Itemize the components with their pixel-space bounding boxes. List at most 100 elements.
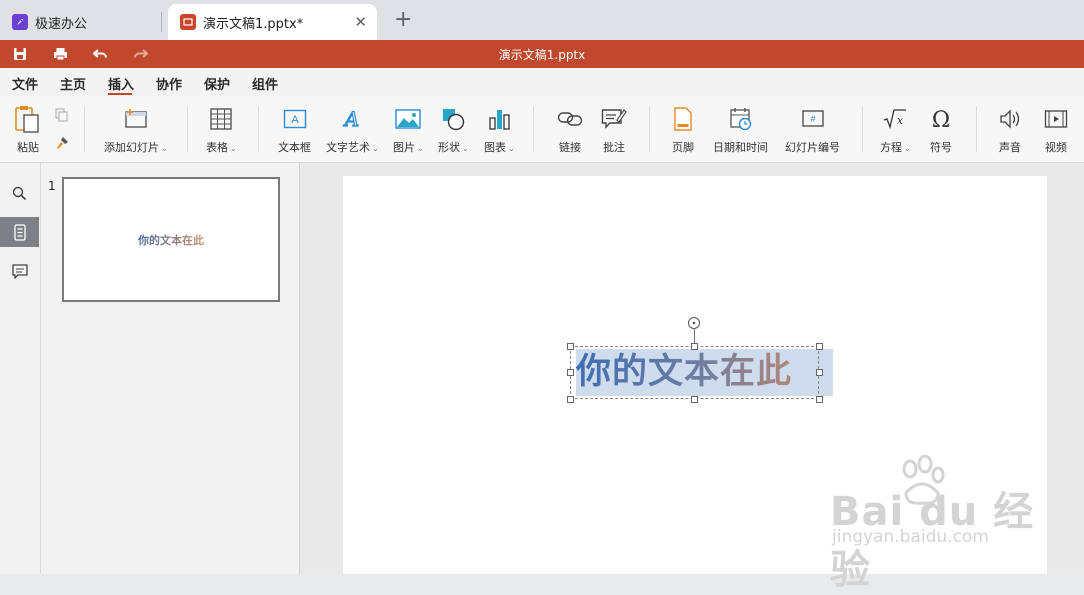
shape-icon [441,106,465,132]
resize-handle[interactable] [816,343,823,350]
search-icon [12,186,27,200]
slides-icon [13,223,26,241]
tab-home[interactable]: 主页 [60,74,86,93]
date-time-button[interactable]: 日期和时间 [713,106,768,155]
copy-icon [55,108,69,122]
format-painter-button[interactable] [55,136,69,150]
rotate-icon[interactable] [687,316,701,330]
add-slide-button[interactable]: 添加幻灯片 ⌄ [104,106,168,155]
date-time-label: 日期和时间 [713,141,768,154]
slide-thumbnail[interactable]: 你的文本在此 [62,177,280,302]
browser-tab-title: 演示文稿1.pptx* [203,16,304,32]
equation-label: 方程 [880,141,902,154]
tab-collaborate[interactable]: 协作 [156,74,182,93]
tab-insert[interactable]: 插入 [108,74,134,93]
browser-tab-title: 极速办公 [35,16,88,32]
comment-button[interactable]: 批注 [601,106,627,155]
audio-button[interactable]: 声音 [999,106,1021,155]
svg-text:x: x [897,114,904,127]
symbol-button[interactable]: Ω 符号 [930,106,952,155]
copy-button[interactable] [55,108,69,122]
resize-handle[interactable] [816,369,823,376]
slide-number: 1 [48,179,56,193]
textbox-icon: A [283,106,307,132]
resize-handle[interactable] [816,396,823,403]
svg-text:A: A [291,114,299,126]
table-button[interactable]: 表格 ⌄ [206,106,237,155]
slide-number-icon: # [801,106,825,132]
textbox-button[interactable]: A 文本框 [278,106,311,155]
watermark: Bai du 经验 jingyan.baidu.com [830,455,1050,593]
resize-handle[interactable] [567,343,574,350]
left-rail [0,163,41,574]
header-footer-button[interactable]: 页脚 [672,106,694,155]
slide-thumbnail-pane: 1 你的文本在此 [41,163,300,574]
tab-divider [161,12,162,32]
watermark-url: jingyan.baidu.com [832,527,989,547]
chevron-down-icon: ⌄ [417,144,424,153]
resize-handle[interactable] [691,343,698,350]
link-button[interactable]: 链接 [557,106,583,155]
textbox-selection-frame[interactable] [570,346,819,399]
video-label: 视频 [1045,141,1067,154]
chart-button[interactable]: 图表 ⌄ [484,106,515,155]
chart-label: 图表 [484,141,506,154]
shape-label: 形状 [438,141,460,154]
video-button[interactable]: 视频 [1044,106,1068,155]
ribbon-divider [976,106,977,152]
chevron-down-icon: ⌄ [161,144,168,153]
slide-number-label: 幻灯片编号 [785,141,840,154]
header-footer-label: 页脚 [672,141,694,154]
search-button[interactable] [0,178,39,208]
film-icon [1044,106,1068,132]
paste-button[interactable]: 粘贴 [14,106,42,155]
chevron-down-icon: ⌄ [904,144,911,153]
tab-components[interactable]: 组件 [252,74,278,93]
table-label: 表格 [206,141,228,154]
audio-label: 声音 [999,141,1021,154]
text-art-icon: A [342,106,362,132]
new-tab-button[interactable]: + [394,9,412,31]
browser-tab-strip: 极速办公 演示文稿1.pptx* ✕ + [0,0,1084,40]
tab-protect[interactable]: 保护 [204,74,230,93]
link-label: 链接 [559,141,581,154]
shape-button[interactable]: 形状 ⌄ [438,106,469,155]
title-bar: 演示文稿1.pptx [0,40,1084,68]
chevron-down-icon: ⌄ [508,144,515,153]
comments-panel-button[interactable] [0,256,39,286]
comment-icon [601,106,627,132]
svg-text:Ω: Ω [932,108,950,130]
comment-label: 批注 [603,141,625,154]
image-label: 图片 [393,141,415,154]
close-tab-icon[interactable]: ✕ [354,13,367,31]
browser-tab-presentation[interactable]: 演示文稿1.pptx* ✕ [168,4,377,40]
ribbon-divider [187,106,188,152]
slides-panel-button[interactable] [0,217,39,247]
text-art-button[interactable]: A 文字艺术 ⌄ [326,106,379,155]
calendar-clock-icon [729,106,753,132]
comment-icon [11,263,28,279]
rocket-icon [12,14,28,30]
ribbon-divider [84,106,85,152]
square-root-icon: x [883,106,907,132]
slide-number-button[interactable]: # 幻灯片编号 [785,106,840,155]
resize-handle[interactable] [567,396,574,403]
image-button[interactable]: 图片 ⌄ [393,106,424,155]
resize-handle[interactable] [691,396,698,403]
resize-handle[interactable] [567,369,574,376]
svg-text:#: # [810,114,815,124]
ribbon-toolbar: 粘贴 添加幻灯片 ⌄ 表格 ⌄ A 文本框 A 文字艺术 ⌄ 图片 ⌄ 形状 ⌄… [0,96,1084,163]
browser-tab-jisu[interactable]: 极速办公 [0,4,160,40]
menu-bar: 文件 主页 插入 协作 保护 组件 [0,68,1084,96]
thumbnail-text: 你的文本在此 [138,233,204,247]
add-slide-icon [124,106,148,132]
chevron-down-icon: ⌄ [230,144,237,153]
ribbon-divider [862,106,863,152]
ribbon-divider [533,106,534,152]
text-art-label: 文字艺术 [326,141,370,154]
symbol-label: 符号 [930,141,952,154]
tab-file[interactable]: 文件 [12,74,38,93]
chevron-down-icon: ⌄ [462,144,469,153]
equation-button[interactable]: x 方程 ⌄ [880,106,911,155]
chevron-down-icon: ⌄ [372,144,379,153]
